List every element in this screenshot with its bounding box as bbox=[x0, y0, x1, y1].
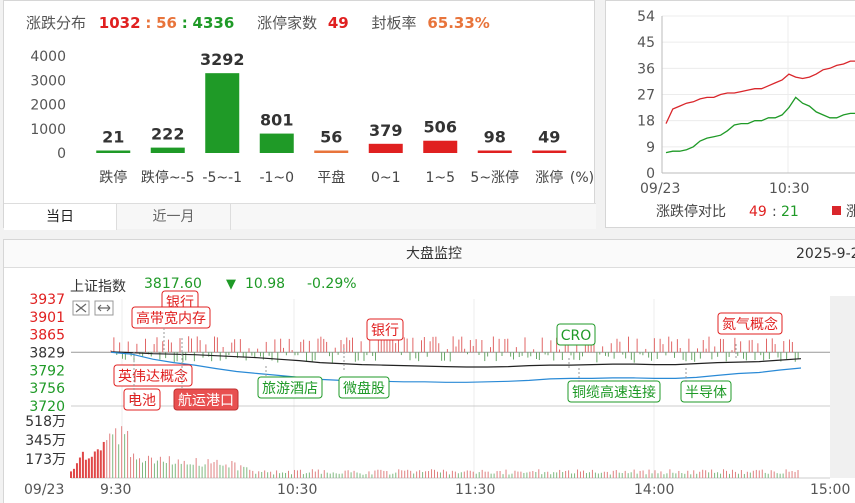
bar bbox=[532, 150, 567, 153]
x-tick-time: 14:00 bbox=[634, 482, 674, 498]
x-tick-label: 10:30 bbox=[769, 181, 809, 197]
volume-tick-label: 518万 bbox=[25, 414, 66, 430]
legend-value-up: 49 bbox=[749, 204, 767, 220]
sector-tag-label: 高带宽内存 bbox=[136, 310, 206, 327]
y-tick-label: 54 bbox=[637, 9, 655, 25]
limit-ratio-line-chart: 0 9 18 27 36 45 54 09/23 10:30 涨跌停对比 49:21 涨 bbox=[637, 9, 855, 220]
bar bbox=[205, 73, 240, 153]
category-label: 平盘 bbox=[317, 169, 345, 186]
y-tick-label: 18 bbox=[637, 114, 655, 130]
legend-label: 涨跌停对比 bbox=[656, 203, 726, 220]
sector-tag-label: 航运港口 bbox=[178, 393, 234, 409]
price-tick-label: 3865 bbox=[29, 328, 65, 344]
price-tick-label: 3829 bbox=[29, 345, 65, 361]
x-tick-time: 11:30 bbox=[455, 482, 495, 498]
bar-value-label: 21 bbox=[102, 128, 124, 147]
series-line bbox=[665, 96, 855, 154]
price-tick-label: 3901 bbox=[29, 310, 65, 326]
bar bbox=[368, 143, 403, 153]
volume-tick-label: 345万 bbox=[25, 433, 66, 449]
price-tick-label: 3792 bbox=[29, 363, 65, 379]
legend-value-down: 21 bbox=[781, 204, 799, 220]
bar bbox=[96, 150, 131, 153]
bar bbox=[477, 150, 512, 153]
y-tick-label: 0 bbox=[57, 146, 66, 162]
distribution-tabs: 当日 近一月 bbox=[4, 203, 596, 230]
x-tick-time: 10:30 bbox=[277, 482, 317, 498]
market-monitor-panel: 大盘监控 2025-9-2 上证指数 3817.60 ▼ 10.98 -0.29… bbox=[3, 239, 855, 503]
bar-value-label: 801 bbox=[260, 111, 293, 130]
y-tick-label: 4000 bbox=[30, 49, 66, 65]
y-tick-label: 36 bbox=[637, 61, 655, 77]
category-label: 涨停 bbox=[535, 169, 563, 186]
y-tick-label: 45 bbox=[637, 35, 655, 51]
y-tick-label: 9 bbox=[646, 140, 655, 156]
sector-tag-label: 旅游酒店 bbox=[262, 381, 318, 397]
x-tick-label: 09/23 bbox=[640, 181, 680, 197]
sector-tag-label: CRO bbox=[561, 328, 592, 344]
x-tick-time: 15:00 bbox=[810, 482, 850, 498]
x-tick-date: 09/23 bbox=[24, 482, 64, 498]
volume-tick-label: 173万 bbox=[25, 452, 66, 468]
sector-tag-label: 半导体 bbox=[685, 385, 727, 401]
bar bbox=[314, 150, 349, 153]
bar-value-label: 3292 bbox=[200, 50, 245, 69]
sector-tag-label: 电池 bbox=[128, 393, 156, 409]
series-line bbox=[665, 60, 855, 124]
bar bbox=[423, 140, 458, 153]
x-unit-label: (%) bbox=[570, 170, 594, 186]
category-label: 跌停~-5 bbox=[141, 169, 195, 186]
tab-last-month[interactable]: 近一月 bbox=[117, 204, 231, 230]
category-label: 5~涨停 bbox=[470, 169, 519, 186]
category-label: 跌停 bbox=[99, 169, 127, 186]
scroll-gutter bbox=[830, 296, 855, 478]
bar bbox=[259, 133, 294, 153]
bar-value-label: 98 bbox=[484, 128, 506, 147]
y-tick-label: 27 bbox=[637, 88, 655, 104]
x-tick-time: 9:30 bbox=[100, 482, 131, 498]
legend-swatch bbox=[832, 206, 841, 215]
bar-value-label: 222 bbox=[151, 125, 184, 144]
sector-tag-label: 铜缆高速连接 bbox=[572, 384, 656, 401]
price-tick-label: 3937 bbox=[29, 292, 65, 308]
price-tick-label: 3720 bbox=[29, 399, 65, 415]
bar-value-label: 379 bbox=[369, 121, 402, 140]
distribution-panel: 涨跌分布 1032 : 56 : 4336 涨停家数 49 封板率 65.33%… bbox=[3, 0, 596, 230]
bar-value-label: 49 bbox=[538, 128, 560, 147]
index-intraday-chart: 3937 3901 38653829 3792 3756 3720518万 345万 173万… bbox=[24, 290, 855, 498]
category-label: -5~-1 bbox=[202, 170, 242, 186]
sector-tag-label: 英伟达概念 bbox=[118, 368, 188, 385]
y-tick-label: 2000 bbox=[30, 98, 66, 114]
bar-value-label: 506 bbox=[424, 118, 457, 137]
index-line bbox=[110, 351, 802, 368]
y-tick-label: 3000 bbox=[30, 73, 66, 89]
limit-ratio-panel: 0 9 18 27 36 45 54 09/23 10:30 涨跌停对比 49:21 涨 bbox=[605, 0, 855, 228]
sector-tag-label: 微盘股 bbox=[343, 380, 385, 397]
y-tick-label: 1000 bbox=[30, 122, 66, 138]
bar bbox=[150, 147, 185, 153]
price-tick-label: 3756 bbox=[29, 381, 65, 397]
distribution-bar-chart: 0 1000 2000 3000 4000 21 跌停 222 跌停~-5 3292 -5~-1 80… bbox=[30, 49, 594, 186]
sector-tag-label: 氮气概念 bbox=[722, 316, 778, 333]
legend-value-sep: : bbox=[772, 204, 777, 220]
sector-tag-label: 银行 bbox=[371, 323, 399, 339]
category-label: -1~0 bbox=[259, 170, 294, 186]
legend-extra-label: 涨 bbox=[846, 204, 855, 220]
category-label: 1~5 bbox=[425, 170, 455, 186]
bar-value-label: 56 bbox=[320, 128, 342, 147]
tab-today[interactable]: 当日 bbox=[4, 204, 117, 230]
category-label: 0~1 bbox=[371, 170, 401, 186]
y-tick-label: 0 bbox=[646, 166, 655, 182]
